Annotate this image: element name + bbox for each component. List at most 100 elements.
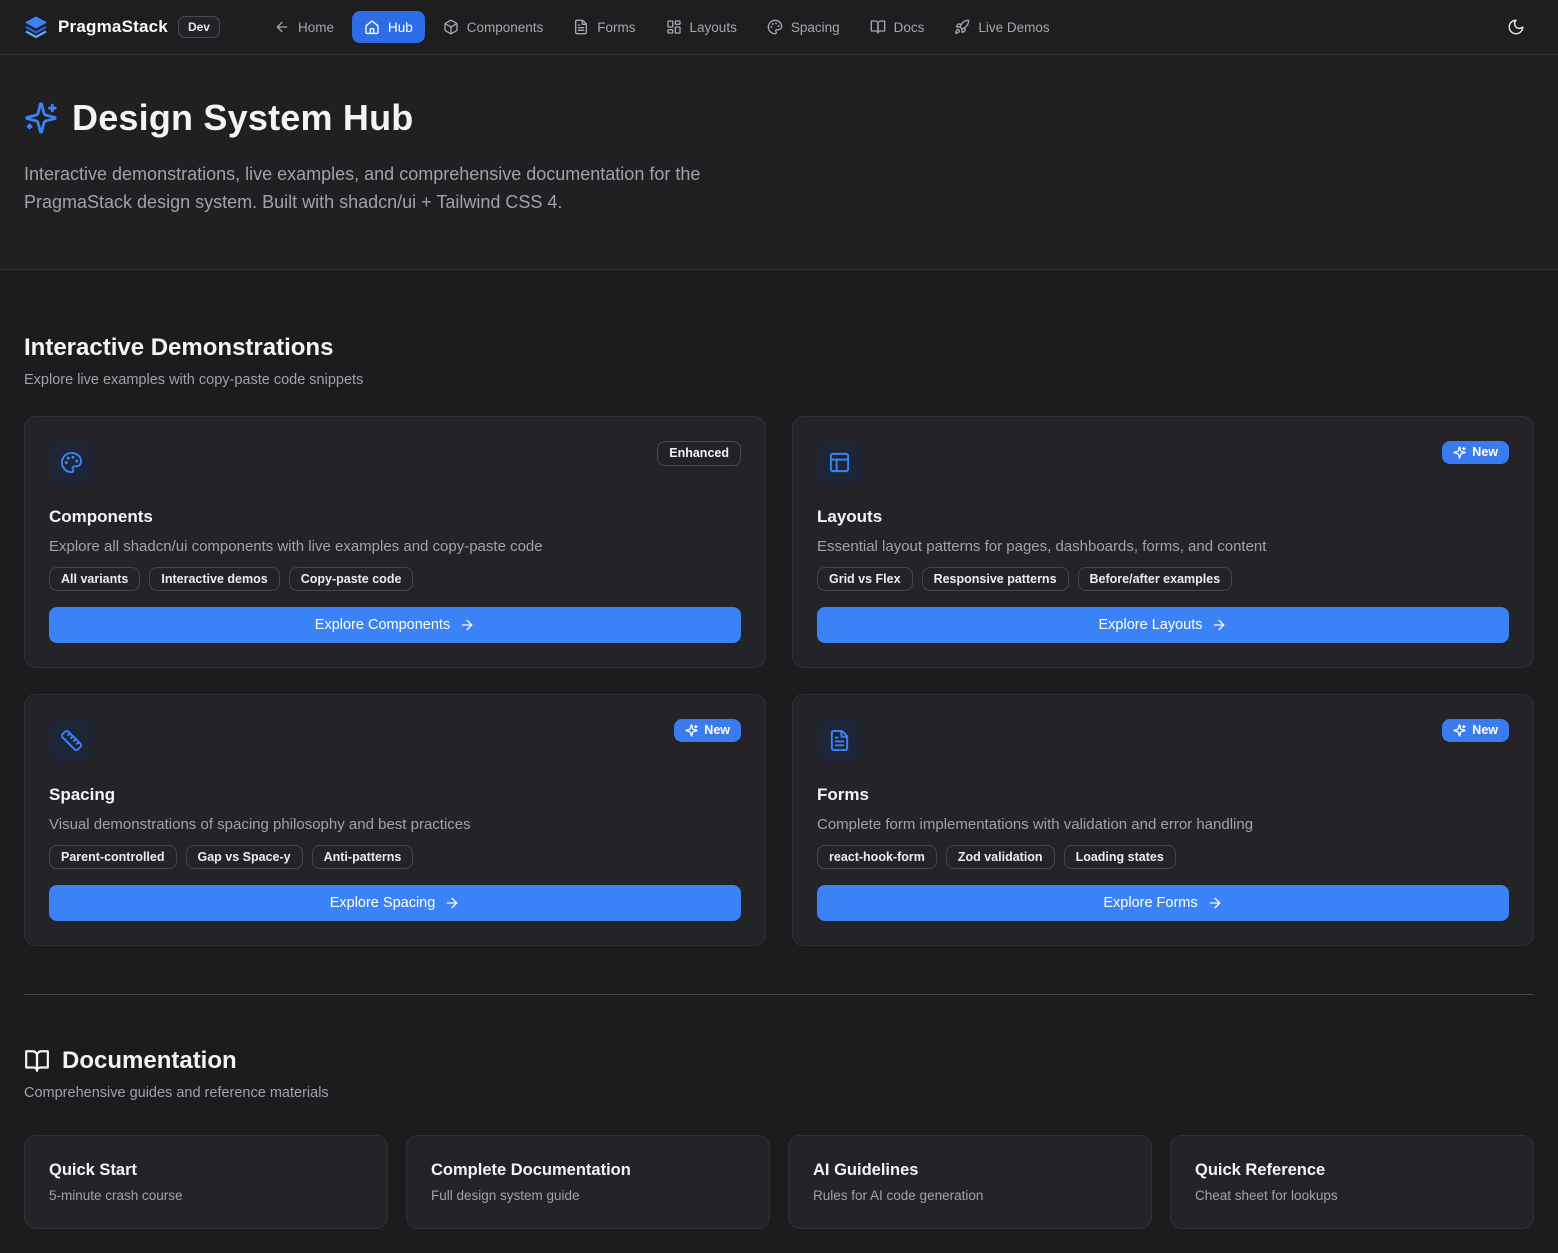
tag: react-hook-form	[817, 845, 937, 869]
arrow-right-icon	[1207, 895, 1223, 911]
palette-icon	[49, 441, 93, 485]
doc-card-title: AI Guidelines	[813, 1161, 1127, 1180]
doc-card-quick-reference[interactable]: Quick Reference Cheat sheet for lookups	[1170, 1135, 1534, 1229]
nav-label: Live Demos	[978, 20, 1049, 35]
book-open-icon	[24, 1048, 50, 1074]
demo-card-spacing: New Spacing Visual demonstrations of spa…	[24, 694, 766, 946]
doc-card-complete-documentation[interactable]: Complete Documentation Full design syste…	[406, 1135, 770, 1229]
cta-label: Explore Forms	[1103, 895, 1197, 911]
section-subheading: Comprehensive guides and reference mater…	[24, 1085, 1534, 1101]
doc-card-ai-guidelines[interactable]: AI Guidelines Rules for AI code generati…	[788, 1135, 1152, 1229]
home-icon	[364, 19, 380, 35]
sparkles-icon	[1453, 724, 1466, 737]
nav-item-components[interactable]: Components	[431, 11, 556, 43]
top-navbar: PragmaStack Dev Home Hub Components Fo	[0, 0, 1558, 55]
doc-card-grid: Quick Start 5-minute crash course Comple…	[24, 1135, 1534, 1229]
explore-forms-button[interactable]: Explore Forms	[817, 885, 1509, 921]
doc-card-title: Quick Start	[49, 1161, 363, 1180]
nav-item-layouts[interactable]: Layouts	[654, 11, 749, 43]
tag: Grid vs Flex	[817, 567, 913, 591]
nav-label: Docs	[894, 20, 925, 35]
book-open-icon	[870, 19, 886, 35]
page-title: Design System Hub	[72, 97, 413, 139]
doc-card-quick-start[interactable]: Quick Start 5-minute crash course	[24, 1135, 388, 1229]
doc-card-description: Full design system guide	[431, 1188, 745, 1203]
doc-card-description: 5-minute crash course	[49, 1188, 363, 1203]
cta-label: Explore Spacing	[330, 895, 436, 911]
new-badge: New	[1442, 441, 1509, 464]
nav-item-forms[interactable]: Forms	[561, 11, 647, 43]
tag: Interactive demos	[149, 567, 279, 591]
demo-card-grid: Enhanced Components Explore all shadcn/u…	[24, 416, 1534, 946]
card-description: Explore all shadcn/ui components with li…	[49, 536, 741, 557]
tag: Before/after examples	[1078, 567, 1233, 591]
arrow-right-icon	[444, 895, 460, 911]
nav-item-docs[interactable]: Docs	[858, 11, 937, 43]
arrow-right-icon	[459, 617, 475, 633]
panels-top-left-icon	[817, 441, 861, 485]
section-heading: Interactive Demonstrations	[24, 334, 1534, 362]
card-title: Forms	[817, 785, 1509, 805]
card-description: Visual demonstrations of spacing philoso…	[49, 814, 741, 835]
tag: Zod validation	[946, 845, 1055, 869]
hero-section: Design System Hub Interactive demonstrat…	[0, 55, 1558, 270]
nav-item-live-demos[interactable]: Live Demos	[942, 11, 1061, 43]
nav-item-hub[interactable]: Hub	[352, 11, 425, 43]
arrow-left-icon	[274, 19, 290, 35]
demo-card-layouts: New Layouts Essential layout patterns fo…	[792, 416, 1534, 668]
tag: Responsive patterns	[922, 567, 1069, 591]
nav-label: Components	[467, 20, 544, 35]
sparkles-icon	[24, 101, 58, 135]
layout-grid-icon	[666, 19, 682, 35]
layers-logo-icon	[24, 15, 48, 39]
new-badge: New	[1442, 719, 1509, 742]
explore-components-button[interactable]: Explore Components	[49, 607, 741, 643]
main-content: Interactive Demonstrations Explore live …	[0, 270, 1558, 1253]
demo-card-components: Enhanced Components Explore all shadcn/u…	[24, 416, 766, 668]
doc-card-description: Cheat sheet for lookups	[1195, 1188, 1509, 1203]
section-heading: Documentation	[62, 1047, 237, 1075]
doc-card-title: Quick Reference	[1195, 1161, 1509, 1180]
tag: Copy-paste code	[289, 567, 414, 591]
tag-row: Grid vs Flex Responsive patterns Before/…	[817, 567, 1509, 591]
nav-label: Forms	[597, 20, 635, 35]
tag-row: Parent-controlled Gap vs Space-y Anti-pa…	[49, 845, 741, 869]
moon-icon	[1507, 18, 1525, 36]
doc-card-description: Rules for AI code generation	[813, 1188, 1127, 1203]
new-badge: New	[674, 719, 741, 742]
doc-card-title: Complete Documentation	[431, 1161, 745, 1180]
ruler-icon	[49, 719, 93, 763]
explore-spacing-button[interactable]: Explore Spacing	[49, 885, 741, 921]
rocket-icon	[954, 19, 970, 35]
enhanced-badge: Enhanced	[657, 441, 741, 466]
arrow-right-icon	[1211, 617, 1227, 633]
brand[interactable]: PragmaStack Dev	[24, 15, 220, 39]
explore-layouts-button[interactable]: Explore Layouts	[817, 607, 1509, 643]
documentation-section: Documentation Comprehensive guides and r…	[24, 1047, 1534, 1229]
tag: Gap vs Space-y	[186, 845, 303, 869]
file-text-icon	[817, 719, 861, 763]
tag: Parent-controlled	[49, 845, 177, 869]
nav-label: Spacing	[791, 20, 840, 35]
badge-label: New	[1472, 445, 1498, 460]
section-subheading: Explore live examples with copy-paste co…	[24, 372, 1534, 388]
nav-label: Layouts	[690, 20, 737, 35]
package-icon	[443, 19, 459, 35]
cta-label: Explore Layouts	[1099, 617, 1203, 633]
palette-icon	[767, 19, 783, 35]
interactive-demonstrations-section: Interactive Demonstrations Explore live …	[24, 334, 1534, 946]
badge-label: New	[1472, 723, 1498, 738]
page-description: Interactive demonstrations, live example…	[24, 161, 769, 217]
nav-label: Home	[298, 20, 334, 35]
brand-name: PragmaStack	[58, 17, 168, 37]
nav-item-home[interactable]: Home	[262, 11, 346, 43]
tag: Anti-patterns	[312, 845, 414, 869]
card-title: Layouts	[817, 507, 1509, 527]
sparkles-icon	[685, 724, 698, 737]
section-divider	[24, 994, 1534, 995]
tag-row: All variants Interactive demos Copy-past…	[49, 567, 741, 591]
nav-item-spacing[interactable]: Spacing	[755, 11, 852, 43]
theme-toggle-button[interactable]	[1498, 9, 1534, 45]
badge-label: New	[704, 723, 730, 738]
card-description: Essential layout patterns for pages, das…	[817, 536, 1509, 557]
